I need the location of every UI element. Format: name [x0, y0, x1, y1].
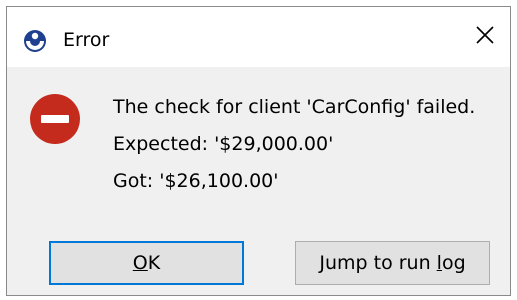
error-dialog: Error The check for client 'CarConfig' f…	[6, 6, 511, 296]
window-title: Error	[63, 29, 110, 51]
close-icon	[475, 25, 495, 49]
ok-button[interactable]: OK	[49, 241, 244, 285]
message-line-1: The check for client 'CarConfig' failed.	[113, 96, 476, 118]
message-line-3: Got: '$26,100.00'	[113, 170, 279, 192]
title-bar: Error	[7, 7, 510, 67]
jump-label-before: Jump to run	[319, 252, 437, 274]
close-button[interactable]	[460, 15, 510, 59]
dialog-body: The check for client 'CarConfig' failed.…	[7, 67, 510, 295]
ok-accelerator: O	[132, 252, 148, 274]
app-logo-icon	[23, 29, 47, 53]
jump-to-run-log-button[interactable]: Jump to run l og	[295, 241, 490, 285]
error-message: The check for client 'CarConfig' failed.…	[113, 89, 510, 200]
message-line-2: Expected: '$29,000.00'	[113, 133, 334, 155]
ok-label-rest: K	[147, 252, 161, 274]
error-icon	[29, 93, 81, 145]
jump-label-after: og	[441, 252, 466, 274]
